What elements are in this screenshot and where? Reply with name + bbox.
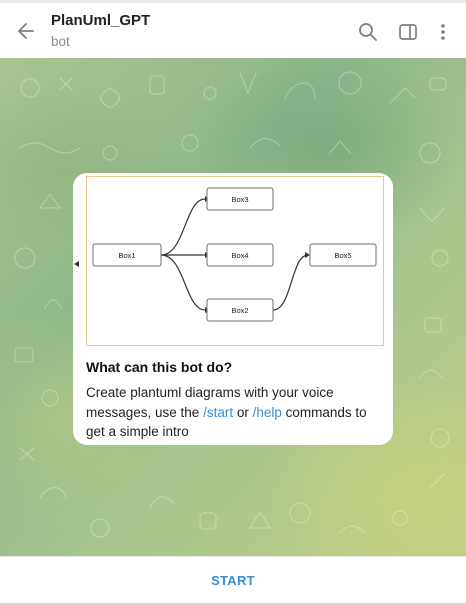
back-button[interactable] bbox=[12, 17, 40, 45]
sidebar-toggle-icon bbox=[399, 24, 417, 40]
chat-background: Box1 Box3 Box4 Box2 Box5 What can this b… bbox=[0, 58, 466, 556]
more-menu-button[interactable] bbox=[431, 20, 455, 44]
search-icon bbox=[359, 23, 377, 41]
box3-label: Box3 bbox=[231, 195, 248, 204]
sidebar-toggle-button[interactable] bbox=[396, 20, 420, 44]
chat-header: PlanUml_GPT bot bbox=[0, 0, 466, 58]
intro-description: Create plantuml diagrams with your voice… bbox=[86, 383, 386, 442]
box2-label: Box2 bbox=[231, 306, 248, 315]
flow-diagram: Box1 Box3 Box4 Box2 Box5 bbox=[92, 187, 377, 322]
start-command-link[interactable]: /start bbox=[203, 405, 233, 420]
chat-title[interactable]: PlanUml_GPT bbox=[51, 12, 150, 29]
intro-heading: What can this bot do? bbox=[86, 359, 233, 375]
box5-label: Box5 bbox=[334, 251, 351, 260]
box1-label: Box1 bbox=[118, 251, 135, 260]
bot-intro-card: Box1 Box3 Box4 Box2 Box5 What can this b… bbox=[73, 173, 393, 445]
arrow-left-icon bbox=[18, 23, 34, 39]
search-button[interactable] bbox=[356, 20, 380, 44]
box4-label: Box4 bbox=[231, 251, 248, 260]
more-vertical-icon bbox=[441, 24, 445, 40]
diagram-image: Box1 Box3 Box4 Box2 Box5 bbox=[86, 176, 384, 346]
start-button[interactable]: START bbox=[0, 557, 466, 604]
bottom-bar: START bbox=[0, 556, 466, 605]
help-command-link[interactable]: /help bbox=[253, 405, 282, 420]
left-caret-icon bbox=[74, 261, 79, 267]
intro-text-middle: or bbox=[233, 404, 253, 420]
chat-status: bot bbox=[51, 34, 70, 49]
